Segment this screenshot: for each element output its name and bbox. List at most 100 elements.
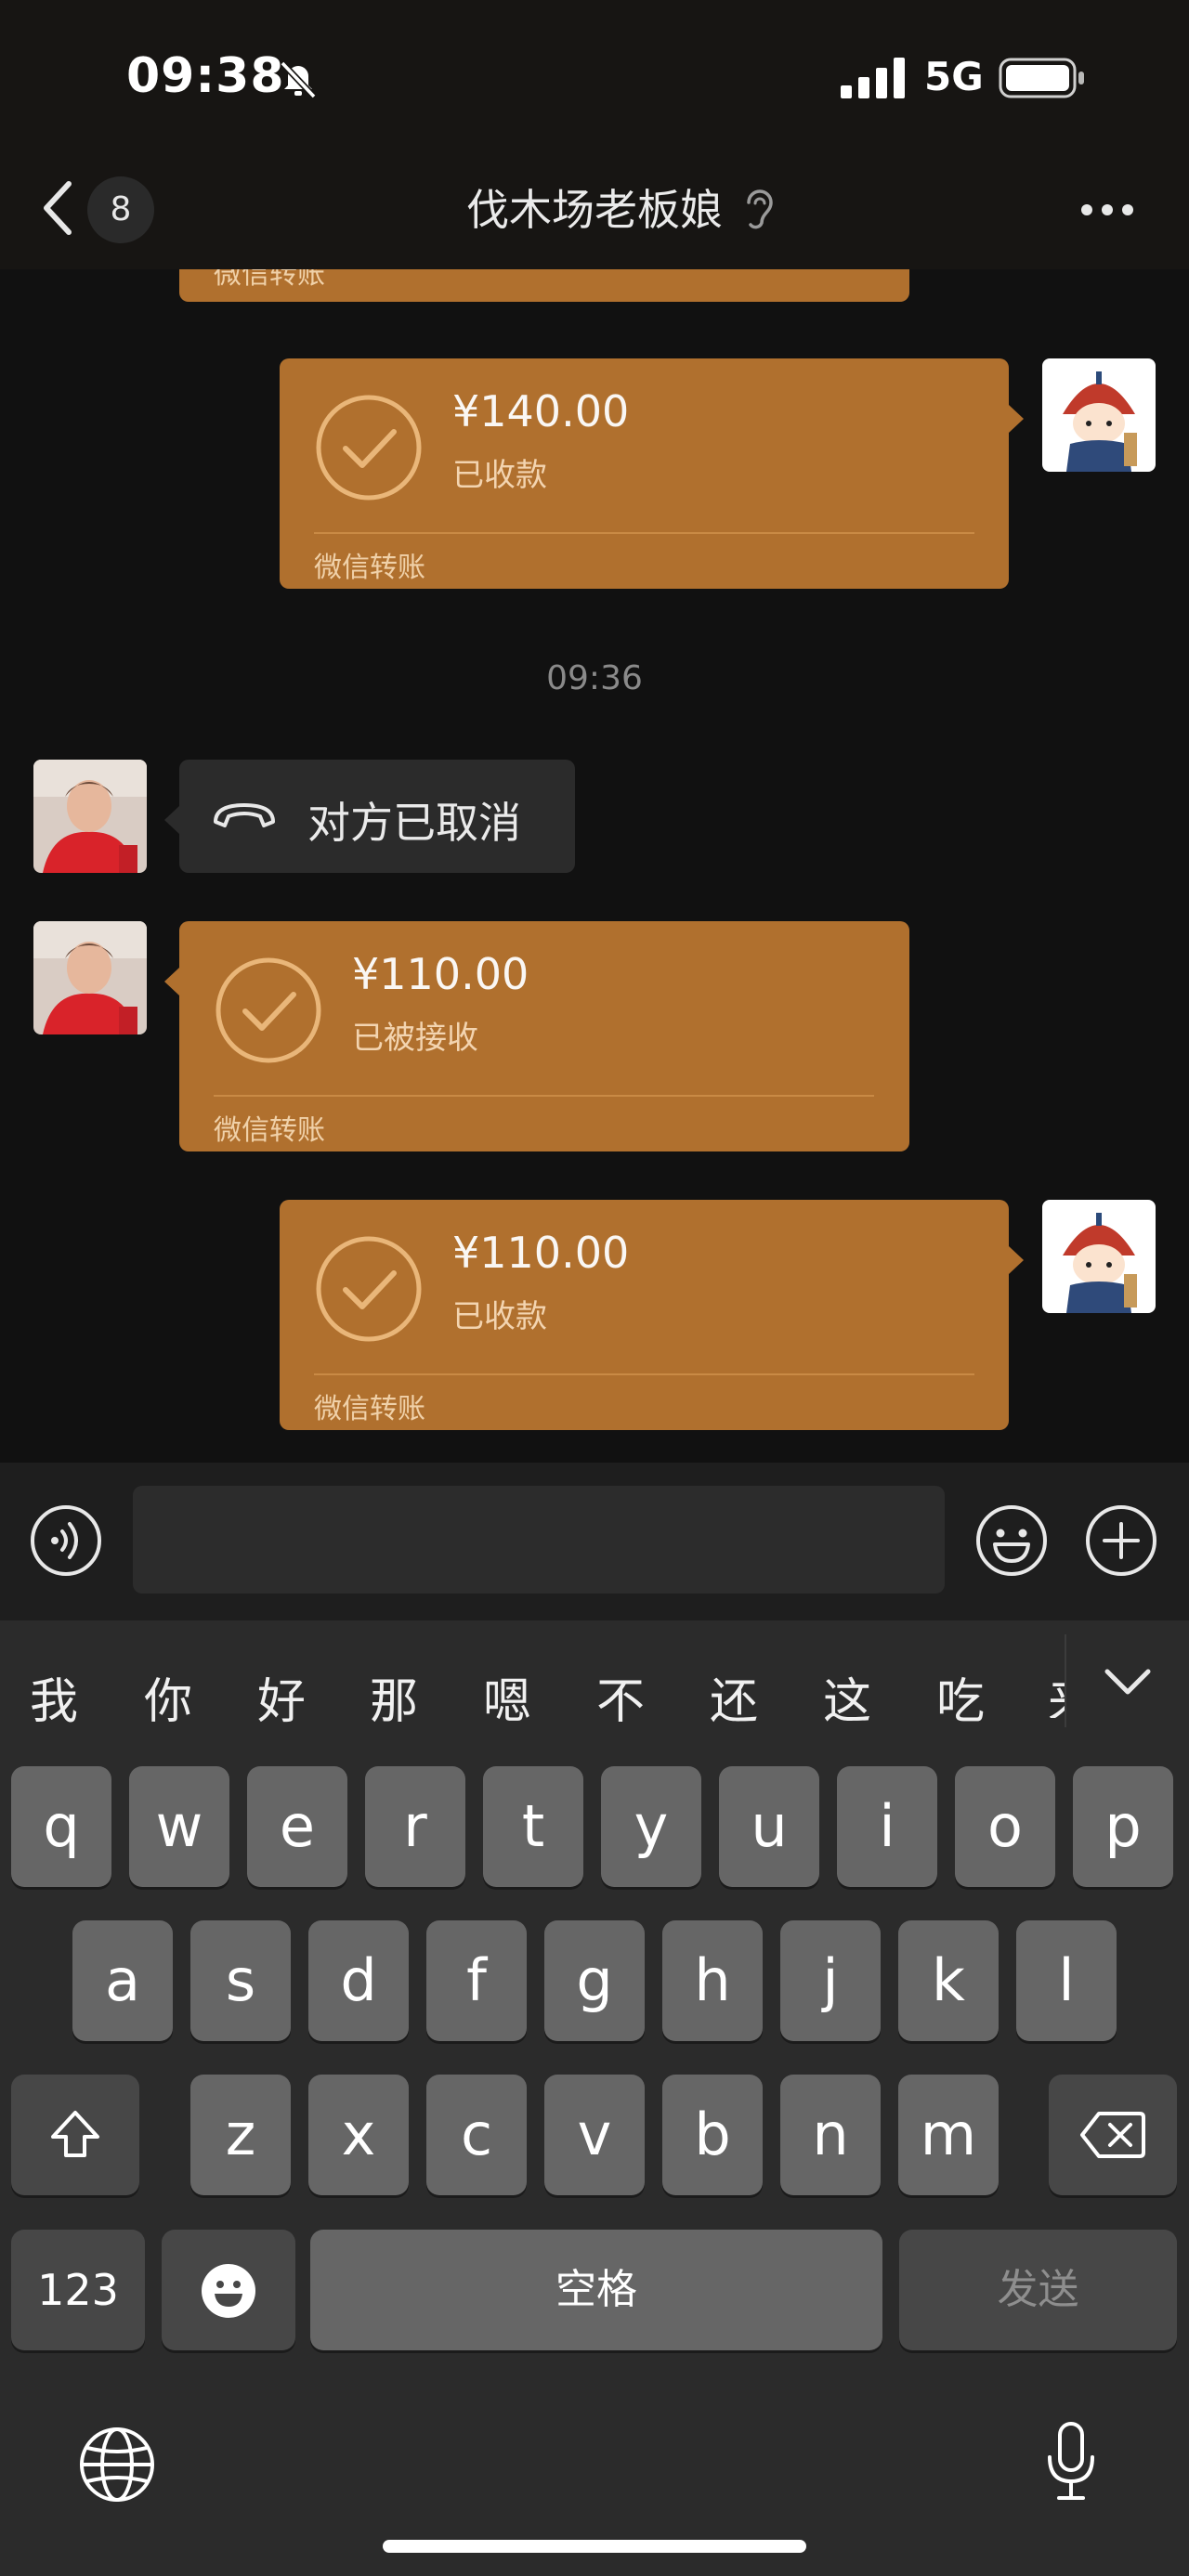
key-label: r xyxy=(403,1792,427,1860)
key-label: d xyxy=(340,1946,377,2014)
key-label: k xyxy=(932,1946,965,2014)
my-avatar[interactable] xyxy=(1042,1200,1156,1313)
key-label: z xyxy=(225,2101,256,2168)
my-avatar[interactable] xyxy=(1042,358,1156,472)
key-j[interactable]: j xyxy=(780,1920,881,2041)
candidate-word[interactable]: 嗯 xyxy=(483,1662,531,1732)
emoji-face-icon xyxy=(202,2264,255,2318)
transfer-status: 已收款 xyxy=(452,1298,547,1335)
key-m[interactable]: m xyxy=(898,2075,999,2195)
candidate-word[interactable]: 吃 xyxy=(936,1662,985,1732)
key-i[interactable]: i xyxy=(837,1766,937,1887)
transfer-bubble-partial[interactable]: 微信转账 xyxy=(179,269,909,302)
battery-icon xyxy=(999,58,1084,98)
key-o[interactable]: o xyxy=(955,1766,1055,1887)
key-label: i xyxy=(879,1792,895,1860)
key-u[interactable]: u xyxy=(719,1766,819,1887)
key-d[interactable]: d xyxy=(308,1920,409,2041)
key-f[interactable]: f xyxy=(426,1920,527,2041)
candidate-word[interactable]: 还 xyxy=(710,1662,758,1732)
transfer-status: 已被接收 xyxy=(352,1020,478,1057)
candidate-word[interactable]: 好 xyxy=(257,1662,306,1732)
key-y[interactable]: y xyxy=(601,1766,701,1887)
key-c[interactable]: c xyxy=(426,2075,527,2195)
candidate-word[interactable]: 来 xyxy=(1048,1662,1065,1718)
key-label: j xyxy=(822,1946,839,2014)
key-label: e xyxy=(279,1792,316,1860)
key-p[interactable]: p xyxy=(1073,1766,1173,1887)
key-k[interactable]: k xyxy=(898,1920,999,2041)
add-plus-icon[interactable] xyxy=(1084,1503,1158,1578)
bubble-divider xyxy=(314,1373,974,1375)
key-label: g xyxy=(576,1946,613,2014)
key-l[interactable]: l xyxy=(1016,1920,1117,2041)
key-a[interactable]: a xyxy=(72,1920,173,2041)
key-w[interactable]: w xyxy=(129,1766,229,1887)
candidate-word[interactable]: 你 xyxy=(144,1662,192,1732)
key-label: 空格 xyxy=(555,2266,637,2313)
contact-avatar[interactable] xyxy=(33,760,147,873)
key-v[interactable]: v xyxy=(544,2075,645,2195)
space-key[interactable]: 空格 xyxy=(310,2230,882,2350)
shift-key[interactable] xyxy=(11,2075,139,2195)
key-label: s xyxy=(225,1946,256,2014)
key-b[interactable]: b xyxy=(662,2075,763,2195)
key-r[interactable]: r xyxy=(365,1766,465,1887)
message-list[interactable]: 微信转账 ¥140.00 已收款 微信转账 09:36 对方已取消 ¥110.0… xyxy=(0,269,1189,1463)
message-timestamp: 09:36 xyxy=(546,659,643,697)
key-x[interactable]: x xyxy=(308,2075,409,2195)
key-label: b xyxy=(694,2101,731,2168)
transfer-amount: ¥110.00 xyxy=(352,949,529,999)
contact-photo xyxy=(33,760,147,873)
transfer-bubble[interactable]: ¥110.00 已被接收 微信转账 xyxy=(179,921,909,1151)
candidate-word[interactable]: 这 xyxy=(823,1662,871,1732)
transfer-amount: ¥110.00 xyxy=(452,1228,630,1278)
key-t[interactable]: t xyxy=(483,1766,583,1887)
more-options-icon[interactable] xyxy=(1079,202,1135,217)
key-e[interactable]: e xyxy=(247,1766,347,1887)
key-label: p xyxy=(1104,1792,1142,1860)
transfer-bubble[interactable]: ¥110.00 已收款 微信转账 xyxy=(280,1200,1009,1430)
call-canceled-icon xyxy=(214,803,275,827)
key-n[interactable]: n xyxy=(780,2075,881,2195)
backspace-icon xyxy=(1080,2112,1145,2158)
bubble-tail xyxy=(164,968,179,995)
key-label: c xyxy=(460,2101,493,2168)
key-h[interactable]: h xyxy=(662,1920,763,2041)
contact-photo xyxy=(33,921,147,1034)
send-key[interactable]: 发送 xyxy=(899,2230,1177,2350)
transfer-bubble[interactable]: ¥140.00 已收款 微信转账 xyxy=(280,358,1009,589)
microphone-icon[interactable] xyxy=(1042,2420,1100,2504)
transfer-kind-label: 微信转账 xyxy=(214,1114,325,1147)
key-s[interactable]: s xyxy=(190,1920,291,2041)
candidate-word[interactable]: 不 xyxy=(596,1662,645,1732)
key-label: t xyxy=(521,1792,545,1860)
key-q[interactable]: q xyxy=(11,1766,111,1887)
cellular-signal-icon xyxy=(841,58,905,98)
numbers-key[interactable]: 123 xyxy=(11,2230,145,2350)
candidate-divider xyxy=(1065,1634,1066,1727)
transfer-amount: ¥140.00 xyxy=(452,386,630,436)
key-g[interactable]: g xyxy=(544,1920,645,2041)
key-z[interactable]: z xyxy=(190,2075,291,2195)
emoji-key[interactable] xyxy=(162,2230,295,2350)
call-bubble[interactable]: 对方已取消 xyxy=(179,760,575,873)
network-type: 5G xyxy=(924,54,984,99)
status-time: 09:38 xyxy=(126,48,285,104)
transfer-kind-label: 微信转账 xyxy=(214,269,325,291)
delete-key[interactable] xyxy=(1049,2075,1177,2195)
candidate-word[interactable]: 我 xyxy=(30,1662,78,1732)
bell-muted-icon xyxy=(280,60,317,99)
bubble-tail xyxy=(1009,1246,1024,1274)
chat-title: 伐木场老板娘 xyxy=(466,185,723,235)
chevron-down-icon[interactable] xyxy=(1104,1668,1152,1696)
candidate-word[interactable]: 那 xyxy=(370,1662,418,1732)
message-input[interactable] xyxy=(133,1486,945,1594)
contact-avatar[interactable] xyxy=(33,921,147,1034)
bubble-tail xyxy=(164,806,179,834)
voice-input-icon[interactable] xyxy=(29,1503,103,1578)
globe-icon[interactable] xyxy=(78,2426,156,2504)
shift-arrow-icon xyxy=(51,2111,99,2157)
bubble-divider xyxy=(314,532,974,534)
emoji-icon[interactable] xyxy=(974,1503,1049,1578)
